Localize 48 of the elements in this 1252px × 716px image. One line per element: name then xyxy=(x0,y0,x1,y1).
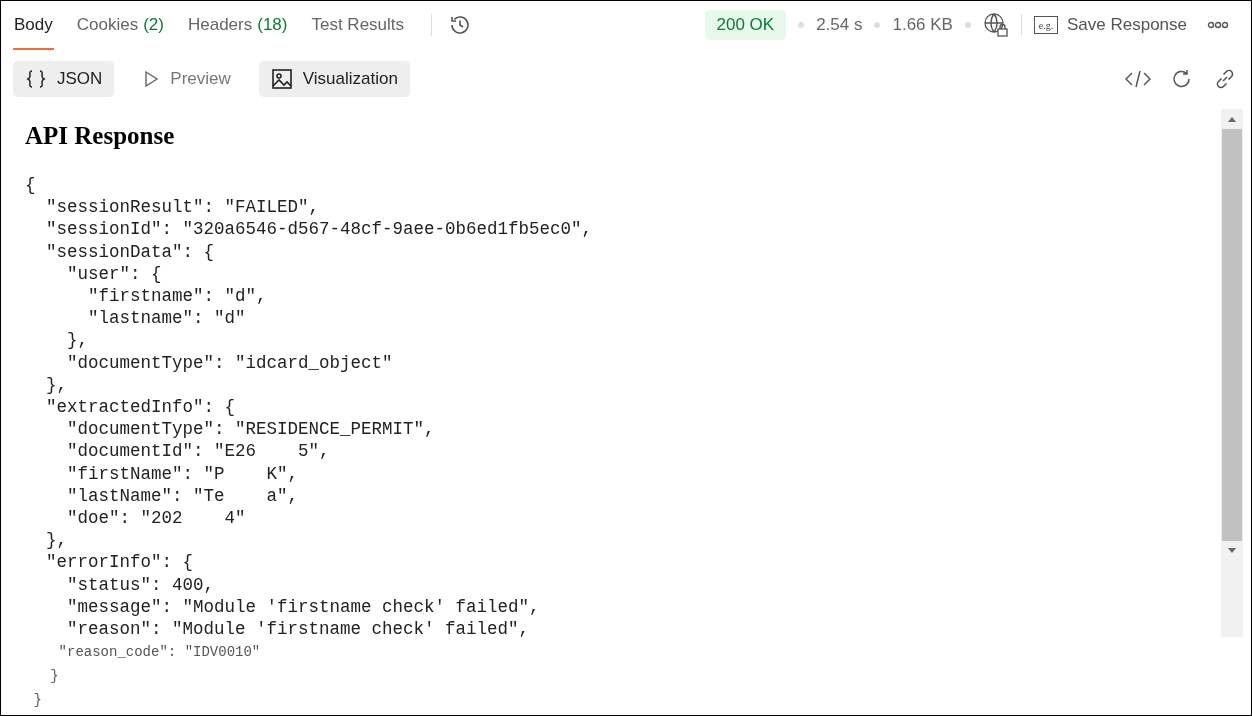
globe-lock-icon[interactable] xyxy=(982,12,1009,38)
more-icon[interactable] xyxy=(1207,21,1229,29)
scrollbar[interactable] xyxy=(1221,109,1243,637)
code-line: }, xyxy=(45,373,68,397)
code-line: "errorInfo": { xyxy=(45,551,195,574)
code-line: "firstName": "P K", xyxy=(66,462,300,485)
code-line: "user": { xyxy=(66,262,163,285)
code-line: "lastname": "d" xyxy=(87,307,247,330)
code-line: }, xyxy=(45,529,68,552)
code-line: { xyxy=(25,174,37,197)
save-response-button[interactable]: e.g. Save Response xyxy=(1033,15,1187,35)
code-icon[interactable] xyxy=(1125,68,1151,90)
image-icon xyxy=(270,68,293,90)
view-mode-button[interactable]: JSON xyxy=(13,61,115,97)
code-line: "sessionId": "320a6546-d567-48cf-9aee-0b6ed1fb5ec0", xyxy=(45,218,594,241)
code-line: "status": 400, xyxy=(66,573,216,596)
code-line: "extractedInfo": { xyxy=(45,396,237,419)
code-line: } xyxy=(49,667,60,687)
code-line: "doe": "202 4" xyxy=(66,507,247,530)
code-line: "documentType": "idcard_object" xyxy=(66,351,394,374)
scroll-down-icon[interactable] xyxy=(1227,547,1237,555)
code-line: "reason_code": "IDV0010" xyxy=(57,643,262,663)
status-badge: 200 OK xyxy=(704,10,787,40)
refresh-icon[interactable] xyxy=(1171,68,1193,90)
code-line: "reason": "Module 'firstname check' failed", xyxy=(66,618,531,641)
code-line: "sessionResult": "FAILED", xyxy=(45,196,321,219)
code-line: }, xyxy=(66,329,89,352)
view-mode-button[interactable]: Preview xyxy=(130,62,243,96)
code-line: "documentType": "RESIDENCE_PERMIT", xyxy=(66,418,436,441)
scroll-up-icon[interactable] xyxy=(1227,115,1237,123)
example-icon: e.g. xyxy=(1033,16,1058,34)
view-mode-button[interactable]: Visualization xyxy=(258,61,410,97)
code-line: "firstname": "d", xyxy=(87,285,268,308)
code-line: } xyxy=(32,691,43,711)
code-line: "documentId": "E26 5", xyxy=(66,440,331,463)
code-line: "lastName": "Te a", xyxy=(66,484,300,508)
response-size: 1.66 KB xyxy=(892,15,953,35)
page-heading: API Response xyxy=(25,122,176,150)
code-line: "message": "Module 'firstname check' failed", xyxy=(66,595,541,619)
response-tab[interactable]: Cookies (2) xyxy=(75,2,165,50)
scroll-thumb[interactable] xyxy=(1222,129,1242,541)
play-icon xyxy=(142,70,161,88)
response-tab[interactable]: Body xyxy=(13,2,54,50)
response-time: 2.54 s xyxy=(816,15,863,35)
response-tab[interactable]: Headers (18) xyxy=(186,2,289,50)
response-tab[interactable]: Test Results xyxy=(310,2,406,50)
braces-icon xyxy=(25,68,47,90)
code-line: "sessionData": { xyxy=(45,240,216,263)
